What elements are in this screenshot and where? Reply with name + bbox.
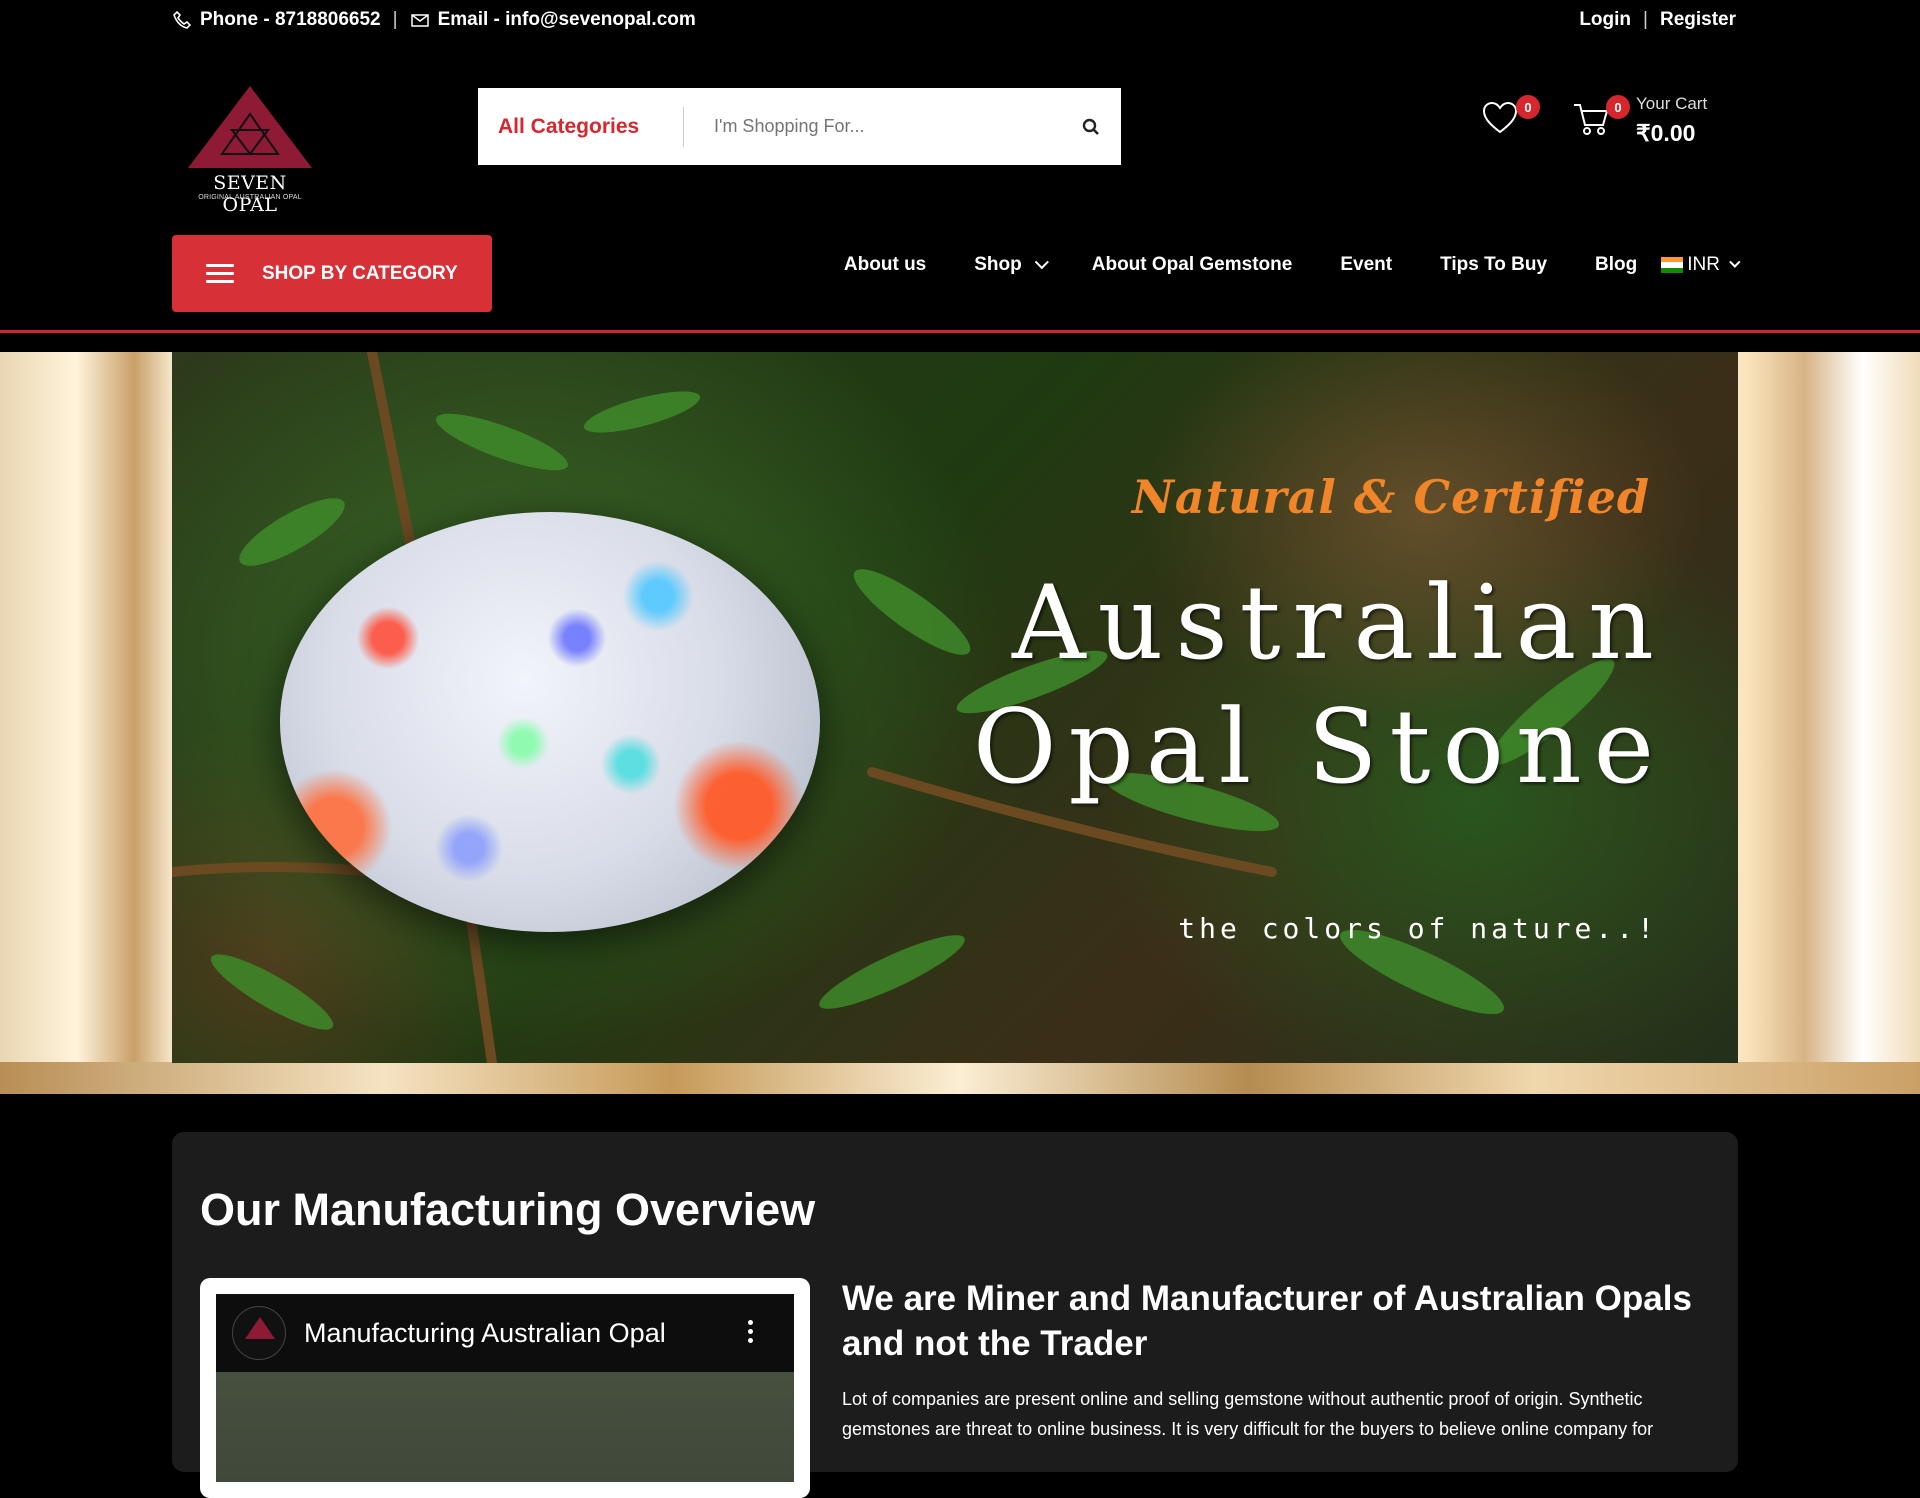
nav-item-event[interactable]: Event	[1340, 254, 1392, 276]
channel-avatar[interactable]	[232, 1306, 286, 1360]
heart-icon	[1482, 101, 1518, 134]
main-nav: About us Shop About Opal Gemstone Event …	[844, 254, 1741, 276]
login-link[interactable]: Login	[1579, 9, 1631, 31]
nav-label: Blog	[1595, 254, 1638, 275]
nav-item-blog[interactable]: Blog	[1595, 254, 1637, 276]
auth-links: Login | Register	[1579, 9, 1736, 31]
nav-item-about-opal-gemstone[interactable]: About Opal Gemstone	[1092, 254, 1293, 276]
banner-title-line1: Australian	[1011, 564, 1666, 683]
banner-title: Australian Opal Stone	[886, 562, 1666, 810]
logo-triangle-icon	[245, 1317, 275, 1339]
nav-label: Event	[1340, 254, 1393, 275]
search-icon[interactable]	[1061, 118, 1121, 136]
cart-count-badge: 0	[1606, 95, 1630, 119]
nav-label: About us	[843, 254, 927, 275]
manufacturing-overview-section: Our Manufacturing Overview Manufacturing…	[172, 1132, 1738, 1498]
cart-label: Your Cart	[1636, 94, 1708, 113]
phone-icon	[172, 10, 192, 30]
header-divider	[0, 330, 1920, 333]
nav-item-tips-to-buy[interactable]: Tips To Buy	[1440, 254, 1547, 276]
banner-bottom-strip	[0, 1062, 1920, 1094]
category-select[interactable]: All Categories	[478, 115, 683, 139]
nav-item-about-us[interactable]: About us	[844, 254, 926, 276]
cart-amount: ₹0.00	[1636, 120, 1696, 146]
banner-kicker: Natural & Certified	[1131, 470, 1650, 524]
wishlist-count-badge: 0	[1516, 95, 1540, 119]
chevron-down-icon	[1034, 255, 1049, 270]
video-thumbnail	[216, 1372, 794, 1482]
auth-separator: |	[1643, 9, 1648, 30]
video-frame[interactable]: Manufacturing Australian Opal	[216, 1294, 794, 1482]
currency-label: INR	[1687, 254, 1720, 275]
cart-summary[interactable]: Your Cart ₹0.00	[1636, 94, 1707, 147]
wishlist-button[interactable]: 0	[1482, 95, 1540, 145]
nav-label: Tips To Buy	[1440, 254, 1548, 275]
about-heading: We are Miner and Manufacturer of Austral…	[842, 1279, 1692, 1363]
chevron-down-icon	[1729, 256, 1741, 268]
india-flag-icon	[1661, 257, 1684, 273]
cart-icon	[1574, 104, 1609, 135]
about-block: We are Miner and Manufacturer of Austral…	[842, 1276, 1712, 1444]
nav-item-shop[interactable]: Shop	[974, 254, 1049, 276]
search-bar: All Categories	[478, 88, 1121, 165]
currency-selector[interactable]: INR	[1661, 254, 1741, 276]
video-player[interactable]: Manufacturing Australian Opal	[200, 1278, 810, 1498]
more-options-icon[interactable]	[748, 1316, 754, 1347]
register-link[interactable]: Register	[1660, 9, 1736, 31]
top-bar: Phone - 8718806652 | Email - info@seveno…	[0, 0, 1920, 42]
nav-label: About Opal Gemstone	[1091, 254, 1293, 275]
nav-label: Shop	[974, 254, 1022, 275]
banner-subtitle: the colors of nature..!	[1178, 912, 1658, 945]
logo-tagline: ORIGINAL AUSTRALIAN OPAL	[198, 194, 302, 201]
email-text[interactable]: Email - info@sevenopal.com	[438, 9, 696, 31]
mail-icon	[410, 10, 430, 30]
shop-by-category-button[interactable]: SHOP BY CATEGORY	[172, 235, 492, 312]
separator: |	[392, 9, 398, 30]
about-text: Lot of companies are present online and …	[842, 1389, 1654, 1439]
hero-banner[interactable]: Natural & Certified Australian Opal Ston…	[172, 352, 1738, 1063]
site-logo[interactable]: SEVEN OPAL ORIGINAL AUSTRALIAN OPAL	[186, 84, 314, 216]
search-input[interactable]	[684, 96, 1061, 157]
banner-title-line2: Opal Stone	[972, 688, 1666, 807]
video-title[interactable]: Manufacturing Australian Opal	[304, 1318, 666, 1349]
opal-gem-image	[280, 512, 820, 932]
section-heading: Our Manufacturing Overview	[200, 1184, 816, 1235]
menu-icon	[206, 259, 234, 288]
logo-triangle-icon	[188, 86, 312, 168]
contact-info: Phone - 8718806652 | Email - info@seveno…	[172, 9, 696, 31]
shop-by-category-label: SHOP BY CATEGORY	[262, 262, 458, 284]
cart-button[interactable]: 0	[1572, 95, 1630, 145]
phone-text[interactable]: Phone - 8718806652	[200, 9, 381, 31]
